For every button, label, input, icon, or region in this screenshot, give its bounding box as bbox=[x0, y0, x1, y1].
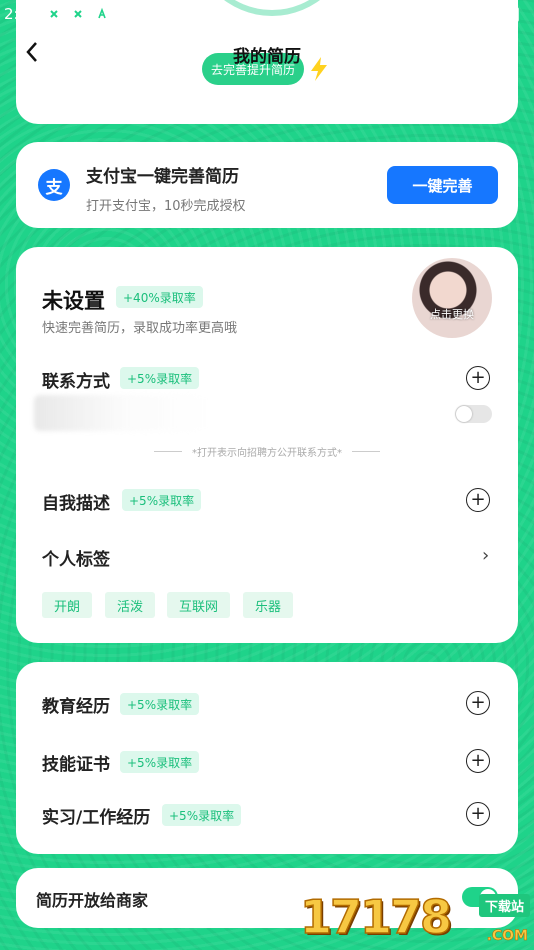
plus-icon: + bbox=[470, 803, 486, 824]
tag-item: 活泼 bbox=[105, 592, 156, 618]
profile-subtitle: 快速完善简历，录取成功率更高哦 bbox=[42, 321, 238, 336]
work-experience-rate-badge: +5%录取率 bbox=[162, 804, 242, 826]
avatar[interactable]: 点击更换 bbox=[412, 258, 492, 338]
contact-info-blurred bbox=[34, 395, 210, 431]
plus-icon: + bbox=[470, 750, 486, 771]
education-rate-badge: +5%录取率 bbox=[120, 693, 200, 715]
lightning-icon bbox=[311, 57, 327, 81]
plus-icon: + bbox=[470, 489, 486, 510]
self-description-rate-badge: +5%录取率 bbox=[122, 489, 202, 511]
certificates-label: 技能证书 bbox=[42, 755, 110, 775]
watermark-site-label: 下载站 bbox=[478, 894, 530, 917]
divider-line-right bbox=[352, 451, 380, 452]
experience-card: 教育经历 +5%录取率 + 技能证书 +5%录取率 + 实习/工作经历 +5%录… bbox=[16, 662, 518, 854]
contact-note: *打开表示向招聘方公开联系方式* bbox=[16, 444, 518, 459]
tag-item: 互联网 bbox=[167, 592, 231, 618]
status-bar: 2:18 bbox=[0, 0, 534, 28]
profile-card: 未设置 +40%录取率 快速完善简历，录取成功率更高哦 点击更换 联系方式 +5… bbox=[16, 247, 518, 643]
chevron-right-icon[interactable]: › bbox=[482, 545, 489, 566]
avatar-change-hint: 点击更换 bbox=[430, 308, 474, 321]
divider-line-left bbox=[154, 451, 182, 452]
one-click-complete-button[interactable]: 一键完善 bbox=[387, 166, 498, 204]
plus-icon: + bbox=[470, 692, 486, 713]
add-work-experience-button[interactable]: + bbox=[466, 802, 490, 826]
tag-item: 乐器 bbox=[243, 592, 294, 618]
wifi-icon bbox=[482, 6, 498, 22]
alipay-card: 支 支付宝一键完善简历 打开支付宝，10秒完成授权 一键完善 bbox=[16, 142, 518, 228]
contact-label: 联系方式 bbox=[42, 372, 110, 392]
name-rate-badge: +40%录取率 bbox=[116, 286, 203, 308]
profile-name[interactable]: 未设置 bbox=[42, 285, 105, 315]
add-contact-button[interactable]: + bbox=[466, 366, 490, 390]
page-title: 我的简历 bbox=[233, 47, 301, 67]
personal-tags-label[interactable]: 个人标签 bbox=[42, 545, 110, 570]
toggle-knob bbox=[456, 406, 472, 422]
app-notification-icon bbox=[46, 6, 62, 22]
contact-note-text: *打开表示向招聘方公开联系方式* bbox=[192, 448, 342, 459]
watermark-number: 17178 bbox=[299, 889, 453, 945]
add-education-button[interactable]: + bbox=[466, 691, 490, 715]
contact-rate-badge: +5%录取率 bbox=[120, 367, 200, 389]
education-label: 教育经历 bbox=[42, 697, 110, 717]
add-self-description-button[interactable]: + bbox=[466, 488, 490, 512]
contact-public-toggle[interactable] bbox=[455, 405, 492, 423]
add-certificate-button[interactable]: + bbox=[466, 749, 490, 773]
work-experience-label: 实习/工作经历 bbox=[42, 808, 151, 828]
tag-item: 开朗 bbox=[42, 592, 93, 618]
alipay-title: 支付宝一键完善简历 bbox=[86, 167, 239, 187]
alipay-logo-icon: 支 bbox=[38, 169, 70, 201]
battery-icon bbox=[506, 6, 522, 22]
alipay-subtitle: 打开支付宝，10秒完成授权 bbox=[86, 199, 246, 214]
watermark-domain: .COM bbox=[486, 928, 528, 945]
a-notification-icon bbox=[94, 6, 110, 22]
certificates-rate-badge: +5%录取率 bbox=[120, 751, 200, 773]
self-description-label: 自我描述 bbox=[42, 494, 110, 514]
app-notification-icon-2 bbox=[70, 6, 86, 22]
plus-icon: + bbox=[470, 367, 486, 388]
site-watermark: 17178 下载站 .COM bbox=[299, 884, 534, 950]
open-to-merchants-label: 简历开放给商家 bbox=[36, 891, 149, 910]
status-time: 2:18 bbox=[4, 5, 38, 23]
